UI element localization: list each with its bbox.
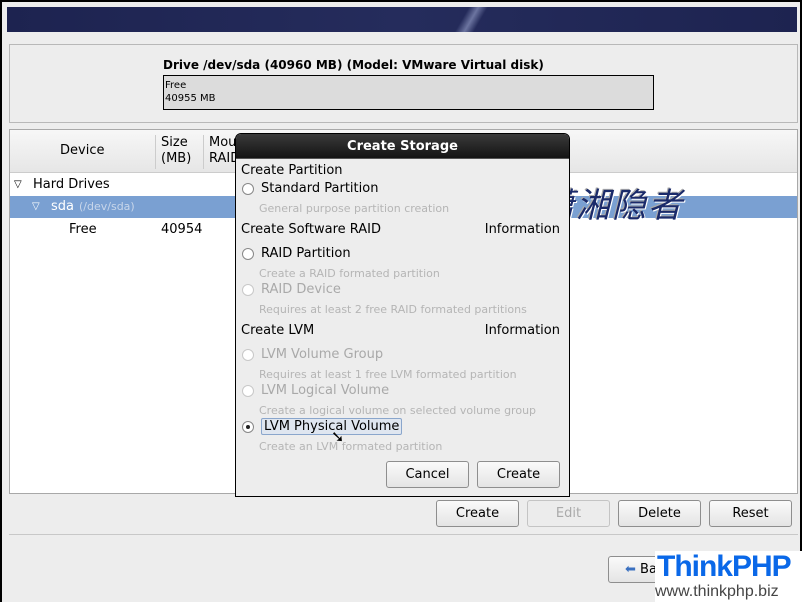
divider bbox=[9, 534, 798, 535]
dialog-title: Create Storage bbox=[236, 134, 569, 158]
radio-icon bbox=[242, 247, 254, 260]
section-raid: Create Software RAID bbox=[241, 222, 382, 237]
thinkphp-watermark: ThinkPHP www.thinkphp.biz bbox=[655, 551, 802, 602]
edit-button[interactable]: Edit bbox=[527, 500, 610, 527]
option-desc: Create a logical volume on selected volu… bbox=[259, 404, 537, 417]
drive-panel: Drive /dev/sda (40960 MB) (Model: VMware… bbox=[9, 44, 798, 123]
lvm-info: Information bbox=[484, 323, 560, 338]
radio-selected-icon bbox=[242, 420, 254, 433]
option-raid-device[interactable]: RAID Device bbox=[242, 282, 341, 297]
option-desc: Create an LVM formated partition bbox=[259, 440, 443, 453]
option-desc: Create a RAID formated partition bbox=[259, 267, 440, 280]
reset-button[interactable]: Reset bbox=[709, 500, 792, 527]
option-desc: Requires at least 1 free LVM formated pa… bbox=[259, 368, 517, 381]
create-button[interactable]: Create bbox=[436, 500, 519, 527]
radio-icon bbox=[242, 348, 254, 361]
option-lvm-volume-group[interactable]: LVM Volume Group bbox=[242, 347, 383, 362]
dialog-create-button[interactable]: Create bbox=[477, 461, 560, 488]
expander-icon[interactable]: ▽ bbox=[32, 196, 40, 218]
cancel-button[interactable]: Cancel bbox=[386, 461, 469, 488]
option-lvm-physical-volume[interactable]: LVM Physical Volume bbox=[242, 418, 403, 435]
col-size[interactable]: Size (MB) bbox=[155, 135, 203, 169]
option-desc: Requires at least 2 free RAID formated p… bbox=[259, 303, 527, 316]
expander-icon[interactable]: ▽ bbox=[14, 174, 22, 196]
back-arrow-icon: ⬅ bbox=[625, 562, 636, 577]
create-storage-dialog: Create Storage Create Partition Standard… bbox=[235, 133, 570, 497]
section-lvm: Create LVM bbox=[241, 323, 315, 338]
mouse-cursor-icon: ➘ bbox=[331, 427, 345, 446]
delete-button[interactable]: Delete bbox=[618, 500, 701, 527]
drive-free-segment[interactable]: Free 40955 MB bbox=[163, 75, 654, 110]
section-partition: Create Partition bbox=[241, 163, 343, 178]
option-desc: General purpose partition creation bbox=[259, 202, 450, 215]
radio-icon bbox=[242, 182, 254, 195]
drive-label: Drive /dev/sda (40960 MB) (Model: VMware… bbox=[163, 58, 544, 72]
header-banner bbox=[7, 7, 797, 32]
raid-info: Information bbox=[484, 222, 560, 237]
brand-url: www.thinkphp.biz bbox=[655, 583, 779, 600]
radio-icon bbox=[242, 384, 254, 397]
option-lvm-logical-volume[interactable]: LVM Logical Volume bbox=[242, 383, 389, 398]
option-raid-partition[interactable]: RAID Partition bbox=[242, 246, 351, 261]
col-device[interactable]: Device bbox=[60, 143, 104, 158]
segment-name: Free bbox=[165, 80, 187, 91]
radio-icon bbox=[242, 283, 254, 296]
brand-logo: ThinkPHP bbox=[657, 550, 792, 583]
segment-size: 40955 MB bbox=[165, 93, 216, 104]
option-standard-partition[interactable]: Standard Partition bbox=[242, 181, 378, 196]
